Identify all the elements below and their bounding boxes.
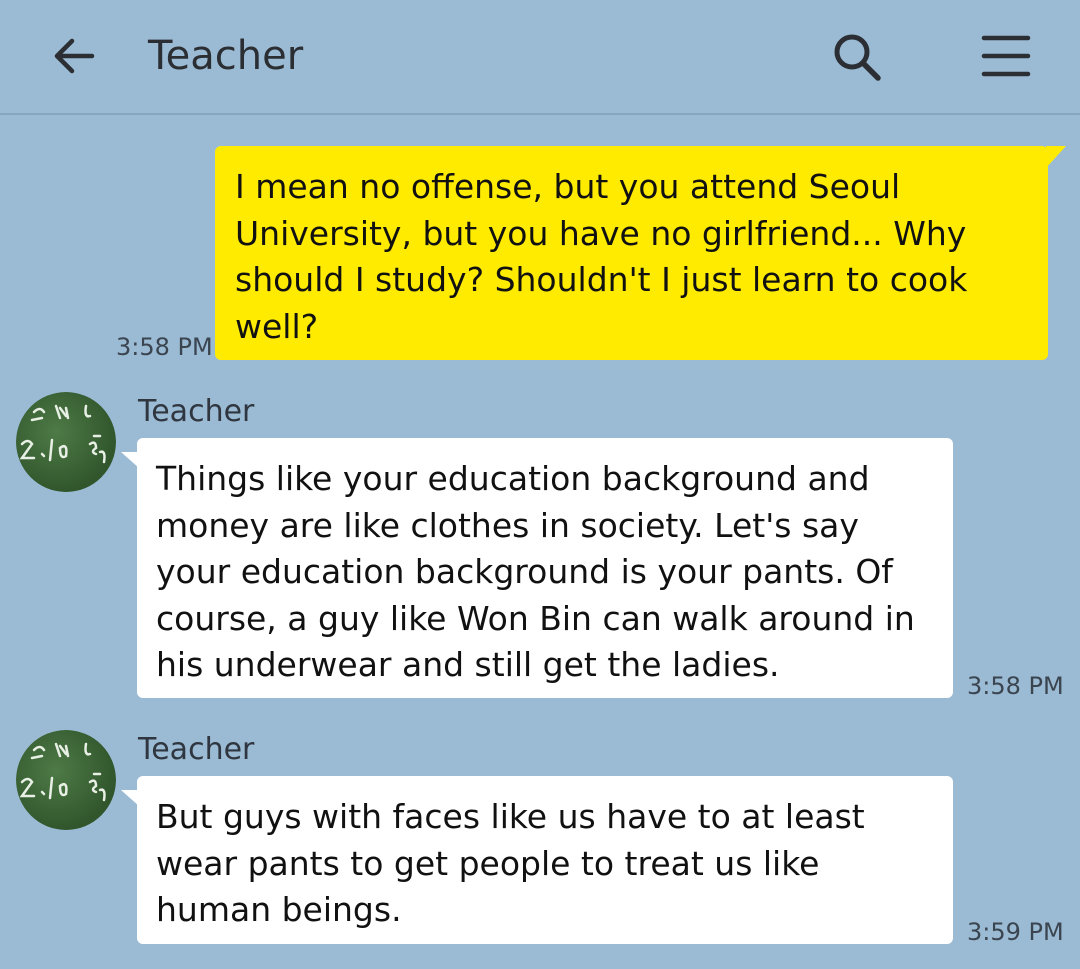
chalkboard-avatar-icon [16,730,116,830]
menu-button[interactable] [980,32,1032,80]
search-icon [834,34,881,81]
arrow-left-icon [54,38,95,74]
received-message-bubble[interactable]: Things like your education background an… [121,438,953,698]
bubble-tail [1046,146,1066,168]
my-message-bubble[interactable]: I mean no offense, but you attend Seoul … [215,146,1066,360]
avatar[interactable] [16,730,116,830]
message-time: 3:59 PM [967,918,1064,946]
sender-name: Teacher [138,732,255,767]
message-text: Things like your education background an… [156,459,915,684]
message-text: I mean no offense, but you attend Seoul … [235,167,968,346]
bubble-tail [121,790,139,806]
message-time: 3:58 PM [116,333,213,361]
message-time: 3:58 PM [967,672,1064,700]
chat-title: Teacher [148,33,304,79]
message-text: But guys with faces like us have to at l… [156,797,865,929]
search-button[interactable] [830,30,884,84]
bubble-tail [121,452,139,468]
sender-name: Teacher [138,394,255,429]
hamburger-menu-icon [981,35,1031,77]
avatar[interactable] [16,392,116,492]
chat-header: Teacher [0,0,1080,115]
back-button[interactable] [48,30,100,82]
chalkboard-avatar-icon [16,392,116,492]
received-message-bubble[interactable]: But guys with faces like us have to at l… [121,776,953,944]
